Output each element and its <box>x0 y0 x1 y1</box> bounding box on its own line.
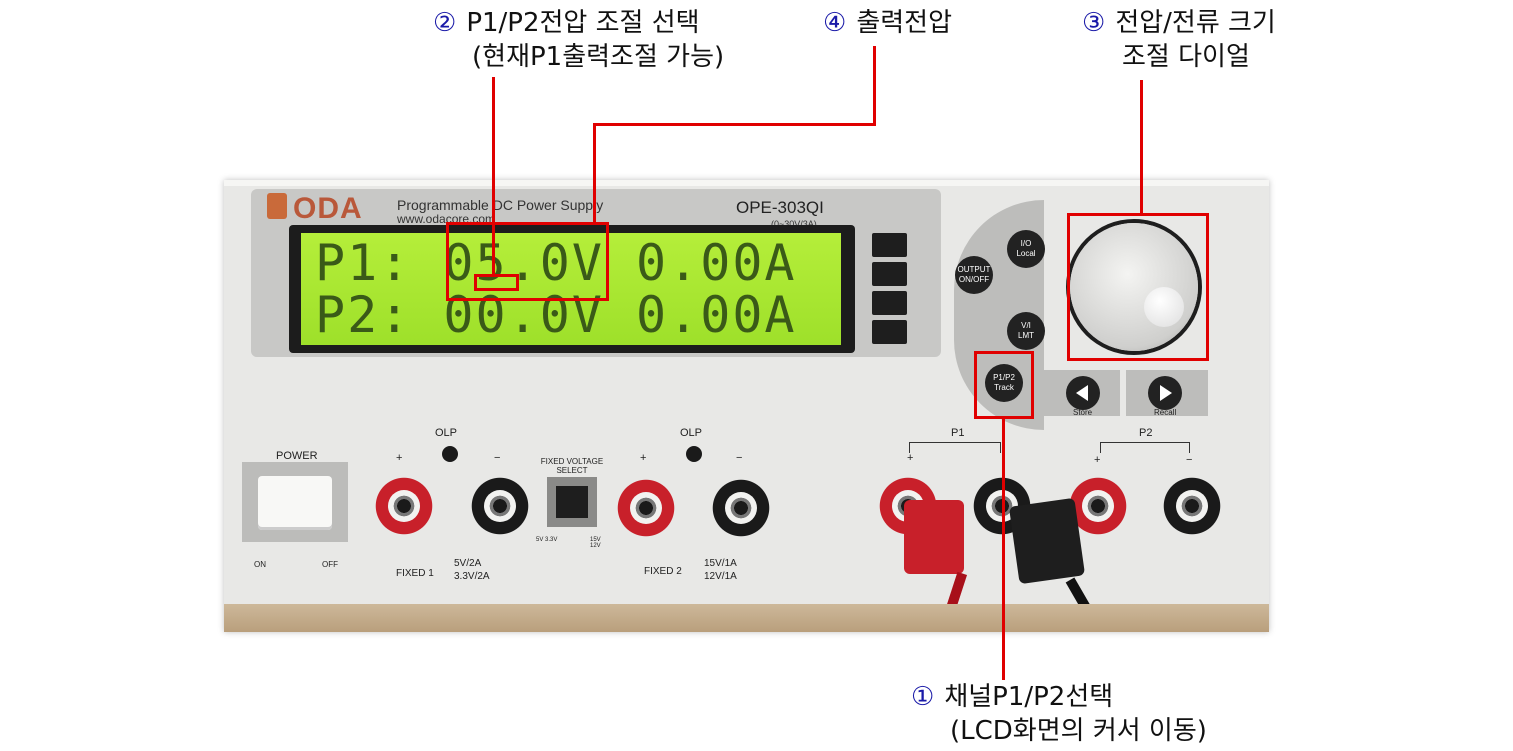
p1p2-button-highlight <box>974 351 1034 419</box>
on-label: ON <box>254 560 266 569</box>
fixed2-negative-terminal[interactable] <box>705 472 777 544</box>
p2-channel-label: P2 <box>1139 427 1153 439</box>
selector-left-values: 5V 3.3V <box>536 537 558 543</box>
fixed1-negative-terminal[interactable] <box>464 470 536 542</box>
olp-indicator-fixed1 <box>442 446 458 462</box>
power-switch-key[interactable] <box>258 476 332 530</box>
device-bottom-edge <box>224 604 1269 632</box>
annotation-1-number: ① <box>911 682 935 712</box>
left-arrow-icon <box>1076 385 1088 401</box>
lmt-label: LMT <box>1018 331 1034 340</box>
soft-key-2[interactable] <box>872 262 907 286</box>
dial-highlight <box>1067 213 1209 361</box>
annotation-3-number: ③ <box>1082 8 1106 38</box>
soft-key-3[interactable] <box>872 291 907 315</box>
vi-label: V/I <box>1021 321 1031 330</box>
annotation-4-leader-drop <box>593 123 596 223</box>
selector-right-values: 15V 12V <box>590 537 601 549</box>
terminal-hole-icon <box>388 490 420 522</box>
minus-label-fixed2: − <box>736 452 743 464</box>
annotation-2-number: ② <box>433 8 457 38</box>
fixed1-rating-a: 5V/2A <box>454 558 482 569</box>
soft-key-4[interactable] <box>872 320 907 344</box>
p1-channel-label: P1 <box>951 427 965 439</box>
power-switch[interactable] <box>242 462 348 542</box>
cursor-highlight <box>474 274 519 291</box>
annotation-3-title: 전압/전류 크기 <box>1115 8 1276 38</box>
plus-label-fixed1: + <box>396 452 403 464</box>
device-top-edge <box>224 180 1269 186</box>
fixed2-rating-a: 15V/1A <box>704 558 737 569</box>
fixed1-label: FIXED 1 <box>396 568 434 579</box>
annotation-4-leader-vertical <box>873 46 876 126</box>
fixed2-positive-terminal[interactable] <box>610 472 682 544</box>
recall-label: Recall <box>1154 408 1177 417</box>
device-title: Programmable DC Power Supply <box>397 197 604 213</box>
annotation-4-leader-horizontal <box>593 123 876 126</box>
annotation-2-sub: (현재P1출력조절 가능) <box>472 42 725 72</box>
recall-right-arrow-button[interactable] <box>1148 376 1182 410</box>
annotation-2-leader <box>492 77 495 275</box>
vi-lmt-button[interactable]: V/I LMT <box>1007 312 1045 350</box>
annotation-2: ② P1/P2전압 조절 선택 <box>433 6 700 40</box>
local-label: Local <box>1016 249 1036 258</box>
soft-key-1[interactable] <box>872 233 907 257</box>
selector-knob[interactable] <box>556 486 588 518</box>
fixed1-rating-b: 3.3V/2A <box>454 571 490 582</box>
output-onoff-button[interactable]: OUTPUT ON/OFF <box>955 256 993 294</box>
terminal-hole-icon <box>1082 490 1114 522</box>
annotation-3-leader <box>1140 80 1143 214</box>
p2-negative-terminal[interactable] <box>1156 470 1228 542</box>
annotation-2-title: P1/P2전압 조절 선택 <box>466 8 700 38</box>
olp-indicator-fixed2 <box>686 446 702 462</box>
annotation-4: ④ 출력전압 <box>823 6 952 40</box>
io-local-button[interactable]: I/O Local <box>1007 230 1045 268</box>
p2-minus-label: − <box>1186 454 1193 466</box>
annotation-1-leader <box>1002 418 1005 680</box>
olp-label-fixed2: OLP <box>680 427 703 439</box>
olp-label-fixed1: OLP <box>435 427 458 439</box>
power-label: POWER <box>276 450 318 462</box>
fixed2-label: FIXED 2 <box>644 566 682 577</box>
oda-logo-icon <box>267 193 287 219</box>
terminal-hole-icon <box>630 492 662 524</box>
terminal-hole-icon <box>725 492 757 524</box>
right-arrow-icon <box>1160 385 1172 401</box>
fixed-voltage-select-label: FIXED VOLTAGE SELECT <box>540 457 604 475</box>
fixed2-rating-b: 12V/1A <box>704 571 737 582</box>
red-test-lead-plug <box>904 500 964 574</box>
annotation-3: ③ 전압/전류 크기 <box>1082 6 1276 40</box>
p1-plus-label: + <box>907 452 914 464</box>
plus-label-fixed2: + <box>640 452 647 464</box>
io-label: I/O <box>1020 239 1032 248</box>
annotation-3-sub: 조절 다이얼 <box>1122 42 1250 72</box>
annotation-1: ① 채널P1/P2선택 <box>911 680 1113 714</box>
fixed1-positive-terminal[interactable] <box>368 470 440 542</box>
terminal-hole-icon <box>484 490 516 522</box>
terminal-hole-icon <box>1176 490 1208 522</box>
black-test-lead-plug <box>1008 497 1086 585</box>
fixed-voltage-select-switch[interactable] <box>547 477 597 527</box>
brand-logo: ODA <box>293 192 363 225</box>
annotation-1-title: 채널P1/P2선택 <box>944 682 1114 712</box>
store-label: Store <box>1073 408 1093 417</box>
output-button-label: OUTPUT ON/OFF <box>957 265 991 284</box>
off-label: OFF <box>322 560 338 569</box>
annotation-4-number: ④ <box>823 8 847 38</box>
output-voltage-highlight <box>446 222 609 301</box>
store-left-arrow-button[interactable] <box>1066 376 1100 410</box>
minus-label-fixed1: − <box>494 452 501 464</box>
device-model: OPE-303QI <box>736 198 824 217</box>
p2-bracket <box>1100 442 1190 453</box>
p1-bracket <box>909 442 1001 453</box>
annotation-4-title: 출력전압 <box>856 8 952 38</box>
p2-plus-label: + <box>1094 454 1101 466</box>
annotation-1-sub: (LCD화면의 커서 이동) <box>950 716 1207 746</box>
